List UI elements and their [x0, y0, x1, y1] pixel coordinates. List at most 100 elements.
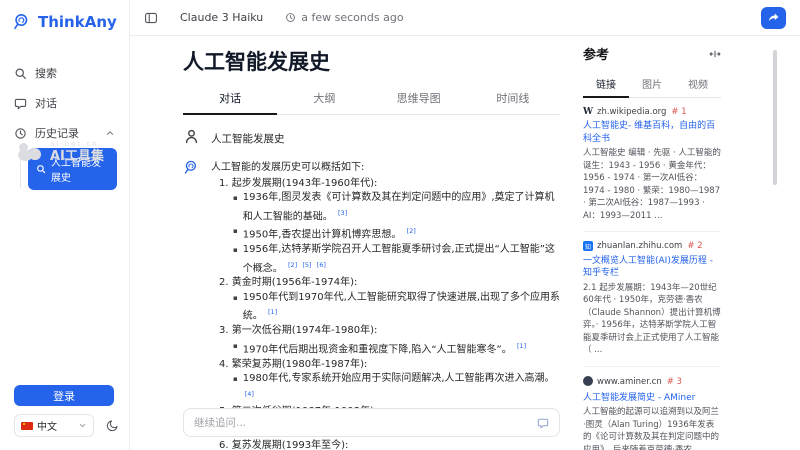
answer-period-heading: 6. 复苏发展期(1993年至今):	[219, 439, 560, 450]
references-list: Wzh.wikipedia.org# 1人工智能史- 维基百科，自由的百科全书人…	[583, 98, 721, 450]
sidebar-item-label: 历史记录	[35, 125, 79, 141]
references-scrollbar[interactable]	[773, 50, 777, 185]
top-header: Claude 3 Haiku a few seconds ago	[130, 0, 800, 36]
ref-tab-图片[interactable]: 图片	[629, 72, 675, 97]
answer-point: ▪1950年代到1970年代,人工智能研究取得了快速进展,出现了多个应用系统。 …	[219, 291, 560, 324]
references-panel: 参考 链接图片视频 Wzh.wikipedia.org# 1人工智能史- 维基百…	[583, 44, 721, 450]
expand-horizontal-icon	[709, 48, 721, 60]
login-button[interactable]: 登录	[14, 385, 114, 406]
reference-snippet: 人工智能史 编辑 · 先驱 · 人工智能的诞生：1943 - 1956 · 黄金…	[583, 147, 721, 222]
bullet-marker: ▪	[233, 224, 238, 243]
search-icon	[36, 164, 46, 174]
followup-input-box	[183, 408, 560, 437]
reference-card: Wzh.wikipedia.org # 1 人工智能史- 维基百科，自由的百科全书人…	[583, 98, 721, 232]
brand-logo[interactable]: ThinkAny	[12, 12, 117, 32]
ref-tab-链接[interactable]: 链接	[583, 72, 629, 97]
assistant-message: 人工智能的发展历史可以概括如下: 1. 起步发展期(1943年-1960年代):…	[183, 159, 560, 450]
tab-时间线[interactable]: 时间线	[466, 84, 560, 114]
panel-collapse-icon	[144, 11, 158, 25]
language-label: 中文	[37, 418, 57, 433]
sidebar-item-search[interactable]: 搜索	[12, 58, 117, 88]
user-message-text: 人工智能发展史	[211, 128, 285, 146]
reference-snippet: 人工智能的起源可以追溯到以及阿兰·图灵（Alan Turing）1936年发表的…	[583, 406, 721, 450]
send-message-button[interactable]	[537, 417, 549, 429]
wikipedia-favicon: W	[583, 107, 593, 117]
citation-link[interactable]: [1]	[517, 342, 526, 350]
bullet-marker: ▪	[233, 372, 238, 405]
share-button[interactable]	[761, 7, 786, 29]
zhihu-favicon: 知	[583, 241, 593, 252]
aibot-watermark-icon	[18, 142, 44, 162]
answer-intro: 人工智能的发展历史可以概括如下:	[211, 161, 560, 176]
brand-name: ThinkAny	[38, 13, 117, 31]
bullet-marker: ▪	[233, 291, 238, 324]
search-icon	[14, 67, 27, 80]
answer-point-text: 1980年代,专家系统开始应用于实际问题解决,人工智能再次进入高潮。 [4]	[243, 372, 560, 405]
sidebar-collapse-button[interactable]	[144, 11, 158, 25]
chat-transcript: 人工智能发展史 人工智能的发展历史可以概括如下: 1. 起步发展期(1943年-…	[183, 128, 560, 450]
tab-大纲[interactable]: 大纲	[277, 84, 371, 114]
sidebar-item-label: 搜索	[35, 65, 57, 81]
bullet-marker: ▪	[233, 339, 238, 358]
chat-bubble-icon	[14, 97, 27, 110]
answer-point-text: 1950年,香农提出计算机博弈思想。 [2]	[243, 224, 416, 243]
reference-title-link[interactable]: 人工智能发展简史 - AMiner	[583, 392, 721, 405]
citation-link[interactable]: [2]	[407, 227, 416, 235]
citation-link[interactable]: [1]	[268, 308, 277, 316]
sidebar-item-chat[interactable]: 对话	[12, 88, 117, 118]
citation-link[interactable]: [2]	[288, 261, 297, 269]
references-tabs: 链接图片视频	[583, 72, 721, 98]
model-name: Claude 3 Haiku	[180, 11, 263, 24]
citation-link[interactable]: [3]	[338, 209, 347, 217]
user-message: 人工智能发展史	[183, 128, 560, 146]
sidebar-nav: 搜索 对话 历史记录	[12, 58, 117, 190]
answer-point-text: 1950年代到1970年代,人工智能研究取得了快速进展,出现了多个应用系统。 […	[243, 291, 560, 324]
cn-flag-icon	[21, 422, 33, 430]
assistant-answer: 人工智能的发展历史可以概括如下: 1. 起步发展期(1943年-1960年代):…	[211, 159, 560, 450]
tab-思维导图[interactable]: 思维导图	[372, 84, 466, 114]
send-bubble-icon	[537, 417, 549, 429]
answer-point: ▪1956年,达特茅斯学院召开人工智能夏季研讨会,正式提出“人工智能”这个概念。…	[219, 243, 560, 276]
thinkany-app: ThinkAny 搜索 对话 历史记录	[0, 0, 800, 450]
answer-point: ▪ 1970年代后期出现资金和重视度下降,陷入“人工智能寒冬”。 [1]	[219, 339, 560, 358]
expand-panel-button[interactable]	[709, 48, 721, 60]
thinkany-logo-icon	[12, 12, 32, 32]
chevron-up-icon	[105, 128, 115, 138]
reference-rank: # 3	[667, 377, 682, 387]
user-avatar-icon	[183, 128, 200, 145]
tab-对话[interactable]: 对话	[183, 84, 277, 114]
chevron-down-icon	[78, 421, 87, 430]
main-content: 人工智能发展史 对话大纲思维导图时间线 人工智能发展史	[183, 36, 560, 450]
answer-point: ▪ 1950年,香农提出计算机博弈思想。 [2]	[219, 224, 560, 243]
history-clock-icon	[14, 127, 27, 140]
followup-input[interactable]	[194, 417, 537, 429]
watermark-title: AI工具集	[50, 149, 104, 164]
reference-title-link[interactable]: 一文概览人工智能(AI)发展历程 - 知乎专栏	[583, 255, 721, 280]
ref-tab-视频[interactable]: 视频	[675, 72, 721, 97]
clock-icon	[285, 12, 296, 23]
reference-rank: # 1	[671, 107, 686, 117]
watermark-domain: ai-bot.cn	[50, 140, 104, 149]
bullet-marker: ▪	[233, 243, 238, 276]
citation-link[interactable]: [5]	[302, 261, 311, 269]
timestamp: a few seconds ago	[285, 11, 403, 24]
language-row: 中文	[14, 414, 119, 437]
citation-link[interactable]: [6]	[317, 261, 326, 269]
answer-point-text: 1970年代后期出现资金和重视度下降,陷入“人工智能寒冬”。 [1]	[243, 339, 526, 358]
answer-point: ▪1936年,图灵发表《可计算数及其在判定问题中的应用》,奠定了计算机和人工智能…	[219, 191, 560, 224]
answer-point-text: 1936年,图灵发表《可计算数及其在判定问题中的应用》,奠定了计算机和人工智能的…	[243, 191, 560, 224]
reference-meta: 知zhuanlan.zhihu.com# 2	[583, 241, 721, 252]
citation-link[interactable]: [4]	[245, 390, 254, 398]
answer-period-heading: 4. 繁荣复苏期(1980年-1987年):	[219, 358, 560, 373]
reference-domain: www.aminer.cn	[597, 377, 662, 387]
sidebar-item-label: 对话	[35, 95, 57, 111]
watermark: ai-bot.cn AI工具集	[18, 140, 104, 164]
dark-mode-toggle[interactable]	[106, 419, 119, 432]
assistant-avatar-icon	[183, 159, 200, 176]
reference-title-link[interactable]: 人工智能史- 维基百科，自由的百科全书	[583, 120, 721, 145]
language-select[interactable]: 中文	[14, 414, 94, 437]
answer-point: ▪1980年代,专家系统开始应用于实际问题解决,人工智能再次进入高潮。 [4]	[219, 372, 560, 405]
page-title: 人工智能发展史	[183, 48, 560, 76]
reference-domain: zh.wikipedia.org	[597, 107, 666, 117]
reference-card: 知zhuanlan.zhihu.com# 2 一文概览人工智能(AI)发展历程 -…	[583, 232, 721, 367]
